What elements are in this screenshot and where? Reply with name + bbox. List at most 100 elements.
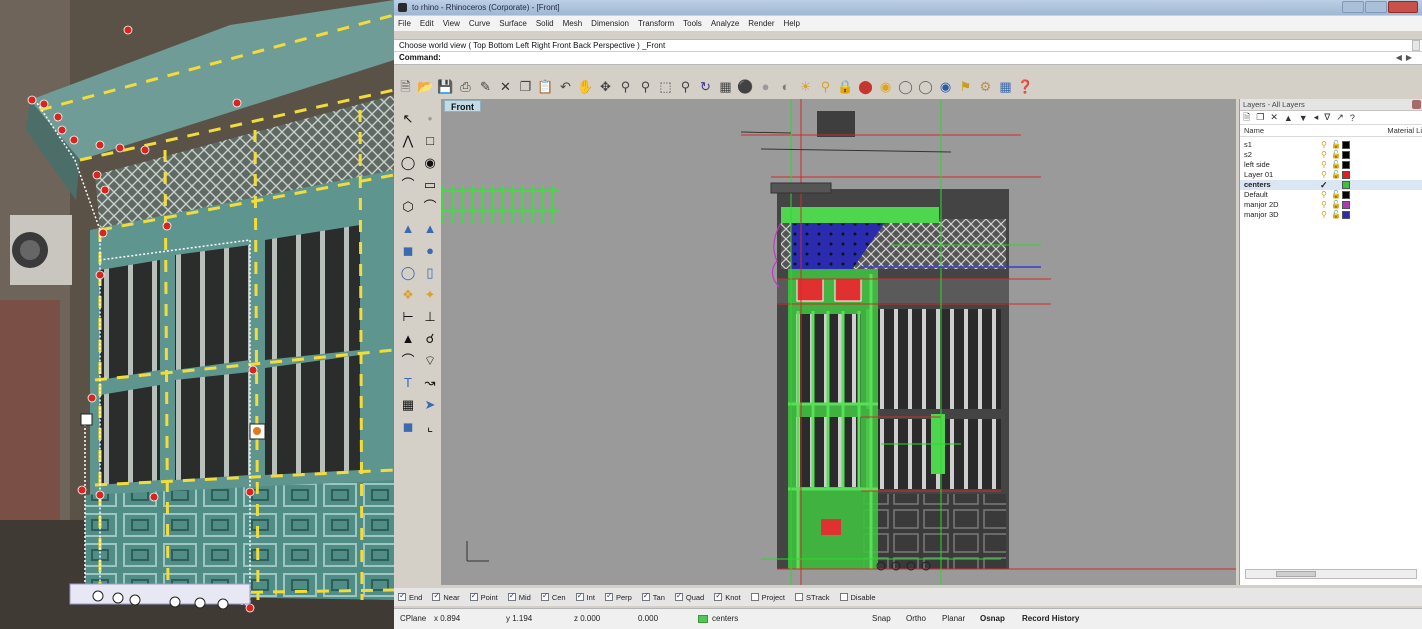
layer-color-swatch[interactable] [1342, 151, 1350, 159]
boolean-icon[interactable]: ❖ [398, 284, 418, 304]
osnap-disable[interactable]: Disable [839, 593, 876, 602]
checkbox[interactable] [575, 591, 584, 601]
minimize-button[interactable] [1342, 1, 1364, 13]
railing-model[interactable] [441, 185, 559, 223]
globe-icon[interactable]: ◉ [936, 77, 955, 96]
menu-mesh[interactable]: Mesh [563, 19, 583, 28]
menu-surface[interactable]: Surface [499, 19, 527, 28]
menu-tools[interactable]: Tools [683, 19, 702, 28]
sphere-tool-icon[interactable]: ◯ [398, 262, 418, 282]
move-view-icon[interactable]: ✥ [596, 77, 615, 96]
checkbox[interactable] [839, 593, 848, 601]
layer-help-icon[interactable]: ? [1350, 113, 1355, 123]
filter-icon[interactable]: ∇ [1324, 112, 1330, 123]
checkbox[interactable] [604, 591, 613, 601]
pan-hand-icon[interactable]: ✋ [576, 77, 595, 96]
menu-edit[interactable]: Edit [420, 19, 434, 28]
layers-close-icon[interactable] [1412, 100, 1421, 109]
dimension-icon[interactable]: ⌞ [420, 416, 440, 436]
column-name[interactable]: Name [1240, 125, 1387, 136]
osnap-perp[interactable]: Perp [604, 591, 632, 602]
layer-row[interactable]: Default ⚲ 🔓 [1240, 190, 1422, 200]
menu-file[interactable]: File [398, 19, 411, 28]
polyline-icon[interactable]: ⋀ [398, 130, 418, 150]
select-arrow-icon[interactable]: ↖ [398, 108, 418, 128]
checkbox[interactable] [398, 591, 406, 601]
osnap-mid[interactable]: Mid [507, 591, 531, 602]
arc-icon[interactable]: ⌒ [398, 174, 418, 194]
color-wheel-icon[interactable]: ◉ [876, 77, 895, 96]
move-up-icon[interactable]: ▲ [1284, 113, 1293, 123]
viewport-label[interactable]: Front [444, 100, 481, 112]
mirror-icon[interactable]: ➤ [420, 394, 440, 414]
layer-color-swatch[interactable] [1342, 141, 1350, 149]
zoom-in-icon[interactable]: ⚲ [616, 77, 635, 96]
bulb-icon[interactable]: ⚲ [816, 77, 835, 96]
transform-icon[interactable]: ↝ [420, 372, 440, 392]
rectangle-icon[interactable]: ▭ [420, 174, 440, 194]
bulb-icon[interactable]: ⚲ [1321, 190, 1327, 200]
car-icon[interactable]: ⚫ [736, 77, 755, 96]
menu-transform[interactable]: Transform [638, 19, 674, 28]
checkbox[interactable] [469, 591, 478, 601]
layer-row[interactable]: s1 ⚲ 🔓 [1240, 140, 1422, 150]
osnap-quad[interactable]: Quad [674, 591, 704, 602]
menu-analyze[interactable]: Analyze [711, 19, 739, 28]
current-layer-swatch[interactable] [698, 615, 708, 623]
curve-icon[interactable]: ⌒ [420, 196, 440, 216]
split-icon[interactable]: ⊢ [398, 306, 418, 326]
polygon-icon[interactable]: ⬡ [398, 196, 418, 216]
text-icon[interactable]: T [398, 372, 418, 392]
front-viewport[interactable]: Front [441, 99, 1236, 585]
layer-row[interactable]: left side ⚲ 🔓 [1240, 160, 1422, 170]
close-button[interactable] [1388, 1, 1418, 13]
maximize-button[interactable] [1365, 1, 1387, 13]
offset-icon[interactable]: ⌔ [420, 350, 440, 370]
unlock-icon[interactable]: 🔓 [1331, 160, 1341, 170]
unlock-icon[interactable]: 🔓 [1331, 140, 1341, 150]
unlock-icon[interactable]: 🔓 [1331, 190, 1341, 200]
history-scrollbar[interactable] [1412, 40, 1420, 51]
menu-dimension[interactable]: Dimension [591, 19, 629, 28]
layer-color-swatch[interactable] [1342, 211, 1350, 219]
checkbox[interactable] [641, 591, 650, 601]
osnap-toggle[interactable]: Osnap [980, 614, 1005, 623]
checkbox[interactable] [432, 591, 441, 601]
render-preview-icon[interactable]: ◐ [776, 77, 795, 96]
rotate-view-icon[interactable]: ↻ [696, 77, 715, 96]
lock-icon[interactable]: 🔒 [836, 77, 855, 96]
toolbar-layout-icon[interactable]: ▦ [996, 77, 1015, 96]
unlock-icon[interactable]: 🔓 [1331, 210, 1341, 220]
undo-icon[interactable]: ↶ [556, 77, 575, 96]
move-down-icon[interactable]: ▼ [1299, 113, 1308, 123]
menu-curve[interactable]: Curve [469, 19, 490, 28]
profile-curves[interactable] [740, 131, 952, 194]
menu-view[interactable]: View [443, 19, 460, 28]
current-layer[interactable]: centers [712, 614, 738, 623]
checkbox[interactable] [795, 593, 804, 601]
bulb-icon[interactable]: ⚲ [1321, 140, 1327, 150]
layers-horizontal-scrollbar[interactable] [1245, 569, 1417, 579]
circle-icon[interactable]: ◯ [916, 77, 935, 96]
unlock-icon[interactable]: 🔓 [1331, 170, 1341, 180]
layer-color-swatch[interactable] [1342, 161, 1350, 169]
osnap-point[interactable]: Point [469, 591, 498, 602]
cplane-indicator[interactable]: CPlane [400, 614, 426, 623]
roof-block[interactable] [817, 111, 855, 137]
ellipse-icon[interactable]: ◉ [420, 152, 440, 172]
osnap-project[interactable]: Project [750, 593, 785, 602]
circle-tool-icon[interactable]: ◯ [398, 152, 418, 172]
layer-color-swatch[interactable] [1342, 181, 1350, 189]
osnap-near[interactable]: Near [432, 591, 460, 602]
mesh-icon[interactable]: ▲ [398, 328, 418, 348]
snap-toggle[interactable]: Snap [872, 614, 891, 623]
viewport-canvas[interactable] [441, 99, 1236, 585]
new-sublayer-icon[interactable]: ❐ [1256, 112, 1264, 123]
layer-row-current[interactable]: centers ✓ [1240, 180, 1422, 190]
osnap-strack[interactable]: STrack [795, 593, 830, 602]
bulb-icon[interactable]: ⚲ [1321, 200, 1327, 210]
layer-row[interactable]: manjor 3D ⚲ 🔓 [1240, 210, 1422, 220]
layer-color-swatch[interactable] [1342, 191, 1350, 199]
settings-gear-icon[interactable]: ⚙ [976, 77, 995, 96]
menu-render[interactable]: Render [748, 19, 774, 28]
